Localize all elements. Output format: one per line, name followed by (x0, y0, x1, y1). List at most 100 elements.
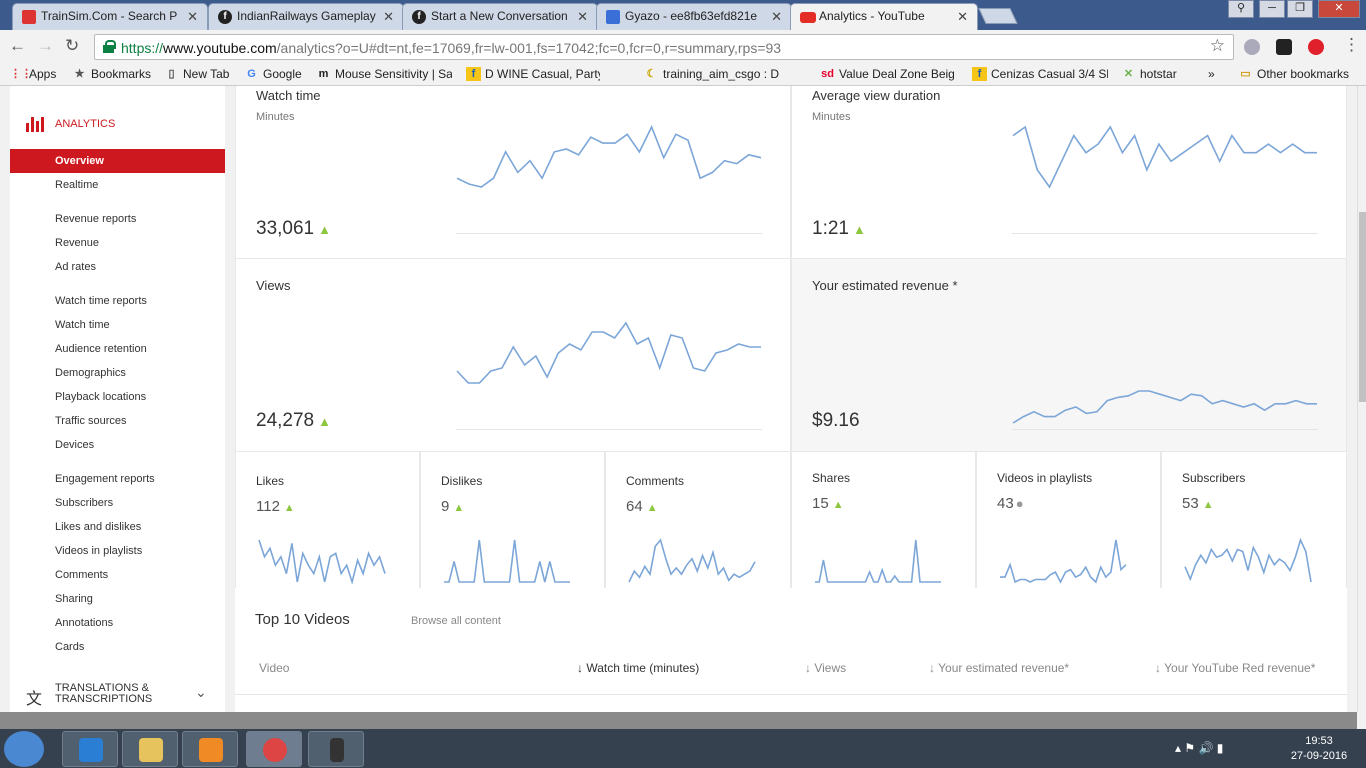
bookmarks-overflow-button[interactable]: » (1189, 67, 1219, 81)
sidebar-item-revenue-reports[interactable]: Revenue reports (10, 207, 225, 231)
tab-new-conversation[interactable]: f Start a New Conversation ✕ (402, 3, 598, 30)
avg-view-duration-card[interactable]: Average view duration Minutes 1:21 ▲ (791, 86, 1347, 259)
extension-icon[interactable] (1244, 39, 1260, 55)
sidebar-item-annotations[interactable]: Annotations (10, 611, 225, 635)
bookmark-hotstar[interactable]: ✕ hotstar (1121, 67, 1187, 81)
column-estimated-revenue[interactable]: ↓ Your estimated revenue* (929, 661, 1069, 675)
bookmark-value-deal[interactable]: sd Value Deal Zone Beig (820, 67, 958, 81)
views-card[interactable]: Views 24,278 ▲ (235, 258, 791, 452)
sidebar-item-watch-time-reports[interactable]: Watch time reports (10, 289, 225, 313)
browser-tab-strip: TrainSim.Com - Search P ✕ f IndianRailwa… (0, 0, 1366, 30)
sidebar-item-devices[interactable]: Devices (10, 433, 225, 457)
watch-time-card[interactable]: Watch time Minutes 33,061 ▲ (235, 86, 791, 259)
close-icon[interactable]: ✕ (577, 9, 588, 25)
revenue-card[interactable]: Your estimated revenue * $9.16 (791, 258, 1347, 452)
bookmark-wine-casual[interactable]: f D WINE Casual, Party (466, 67, 600, 81)
minimize-button[interactable]: ─ (1259, 0, 1285, 18)
tab-analytics-youtube[interactable]: Analytics - YouTube ✕ (790, 3, 978, 30)
sidebar-item-videos-in-playlists[interactable]: Videos in playlists (10, 539, 225, 563)
sidebar-translations[interactable]: 文 TRANSLATIONS & TRANSCRIPTIONS ⌄ (10, 681, 225, 711)
vertical-scrollbar[interactable] (1357, 86, 1366, 712)
window-close-button[interactable]: ✕ (1318, 0, 1360, 18)
chevron-down-icon[interactable]: ⌄ (195, 684, 207, 701)
bookmark-google[interactable]: G Google (244, 67, 306, 81)
scrollbar-thumb[interactable] (1359, 212, 1366, 402)
new-tab-button[interactable] (978, 8, 1018, 24)
taskbar-chrome[interactable] (246, 731, 302, 767)
column-views[interactable]: ↓ Views (805, 661, 846, 675)
tray-icons[interactable]: ▴ ⚑ 🔊 ▮ (1175, 741, 1223, 755)
comments-value: 64 ▲ (626, 498, 658, 515)
sidebar-item-sharing[interactable]: Sharing (10, 587, 225, 611)
watch-time-unit: Minutes (256, 111, 295, 123)
close-icon[interactable]: ✕ (957, 9, 968, 25)
shares-card[interactable]: Shares 15 ▲ (791, 451, 976, 589)
user-icon[interactable]: ⚲ (1228, 0, 1254, 18)
column-red-revenue[interactable]: ↓ Your YouTube Red revenue* (1155, 661, 1315, 675)
forward-arrow-icon[interactable]: → (37, 36, 54, 56)
bookmark-apps[interactable]: ⋮⋮ Apps (10, 67, 65, 81)
analytics-sidebar: ANALYTICS Overview Realtime Revenue repo… (10, 86, 225, 712)
column-watch-time[interactable]: ↓ Watch time (minutes) (577, 661, 699, 675)
bookmark-new-tab[interactable]: ▯ New Tab (164, 67, 234, 81)
horizontal-scrollbar[interactable] (0, 712, 1357, 729)
taskbar-clock[interactable]: 19:53 27-09-2016 (1280, 734, 1358, 764)
close-icon[interactable]: ✕ (187, 9, 198, 25)
back-arrow-icon[interactable]: ← (9, 36, 26, 56)
flipkart-icon: f (972, 67, 987, 81)
sidebar-item-comments[interactable]: Comments (10, 563, 225, 587)
chart-baseline (1012, 429, 1318, 430)
videos-in-playlists-card[interactable]: Videos in playlists 43 ● (976, 451, 1161, 589)
bookmark-training-aim[interactable]: ☾ training_aim_csgo : D (644, 67, 780, 81)
watch-time-title: Watch time (256, 88, 321, 103)
sidebar-item-ad-rates[interactable]: Ad rates (10, 255, 225, 279)
taskbar-internet-explorer[interactable] (62, 731, 118, 767)
bookmark-star-icon[interactable]: ☆ (1210, 36, 1225, 56)
close-icon[interactable]: ✕ (771, 9, 782, 25)
avg-view-duration-number: 1:21 (812, 218, 849, 239)
taskbar-file-explorer[interactable] (122, 731, 178, 767)
sidebar-header[interactable]: ANALYTICS (10, 116, 225, 136)
f-favicon: f (412, 10, 426, 24)
bookmark-mouse-sensitivity[interactable]: m Mouse Sensitivity | Sa (316, 67, 452, 81)
taskbar-phone-app[interactable] (308, 731, 364, 767)
playlists-sparkline (1000, 539, 1127, 584)
sidebar-item-watch-time[interactable]: Watch time (10, 313, 225, 337)
browser-toolbar: ← → ↻ https://www.youtube.com/analytics?… (0, 30, 1366, 64)
sidebar-item-cards[interactable]: Cards (10, 635, 225, 659)
pocket-icon[interactable] (1308, 39, 1324, 55)
comments-card[interactable]: Comments 64 ▲ (605, 451, 791, 589)
tab-trainsim[interactable]: TrainSim.Com - Search P ✕ (12, 3, 208, 30)
column-video[interactable]: Video (259, 661, 289, 675)
taskbar-media-player[interactable] (182, 731, 238, 767)
likes-card[interactable]: Likes 112 ▲ (235, 451, 420, 589)
sidebar-item-subscribers[interactable]: Subscribers (10, 491, 225, 515)
sidebar-item-revenue[interactable]: Revenue (10, 231, 225, 255)
menu-icon[interactable]: ⋮ (1343, 35, 1360, 55)
sidebar-item-demographics[interactable]: Demographics (10, 361, 225, 385)
tab-indianrailways[interactable]: f IndianRailways Gameplay ✕ (208, 3, 404, 30)
analytics-main: Watch time Minutes 33,061 ▲ Average view … (235, 86, 1347, 712)
browse-all-content-link[interactable]: Browse all content (411, 615, 501, 627)
comments-number: 64 (626, 498, 643, 515)
maximize-button[interactable]: ❐ (1287, 0, 1313, 18)
tab-gyazo[interactable]: Gyazo - ee8fb63efd821e ✕ (596, 3, 792, 30)
sidebar-item-playback-locations[interactable]: Playback locations (10, 385, 225, 409)
subscribers-card[interactable]: Subscribers 53 ▲ (1161, 451, 1347, 589)
close-icon[interactable]: ✕ (383, 9, 394, 25)
dislikes-card[interactable]: Dislikes 9 ▲ (420, 451, 605, 589)
sidebar-item-traffic-sources[interactable]: Traffic sources (10, 409, 225, 433)
sidebar-item-engagement-reports[interactable]: Engagement reports (10, 467, 225, 491)
sidebar-item-realtime[interactable]: Realtime (10, 173, 225, 197)
extension-badge-icon[interactable] (1276, 39, 1292, 55)
address-bar[interactable]: https://www.youtube.com/analytics?o=U#dt… (94, 34, 1234, 60)
bookmark-other[interactable]: ▭ Other bookmarks (1238, 67, 1358, 81)
windows-start-button[interactable] (4, 731, 44, 767)
sidebar-item-overview[interactable]: Overview (10, 149, 225, 173)
sidebar-item-audience-retention[interactable]: Audience retention (10, 337, 225, 361)
subscribers-sparkline (1184, 538, 1312, 583)
sidebar-item-likes-dislikes[interactable]: Likes and dislikes (10, 515, 225, 539)
bookmark-cenizas[interactable]: f Cenizas Casual 3/4 Sl (972, 67, 1108, 81)
bookmark-bookmarks[interactable]: ★ Bookmarks (72, 67, 157, 81)
reload-icon[interactable]: ↻ (65, 36, 79, 56)
